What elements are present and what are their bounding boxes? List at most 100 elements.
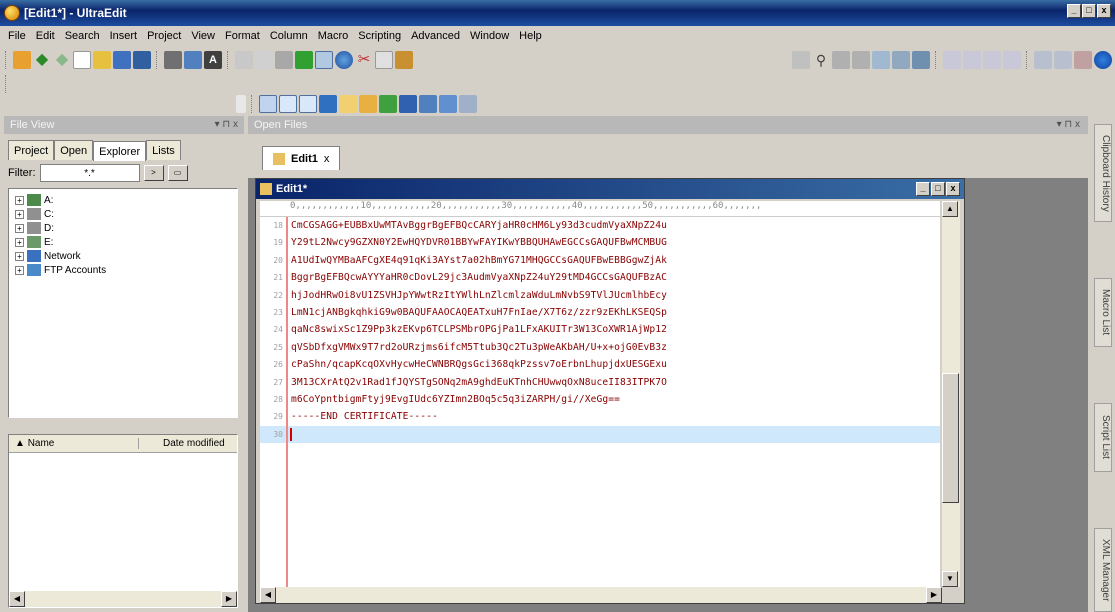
code-line[interactable]: LmN1cjANBgkqhkiG9w0BAQUFAAOCAQEATxuH7FnI… bbox=[288, 304, 940, 321]
tree-item-network[interactable]: + Network bbox=[15, 249, 237, 263]
code-line[interactable]: -----END CERTIFICATE----- bbox=[288, 408, 940, 425]
binoculars-icon[interactable]: ⚲ bbox=[812, 51, 830, 69]
side-tab-xml-manager[interactable]: XML Manager bbox=[1094, 527, 1112, 612]
tab-lists[interactable]: Lists bbox=[146, 140, 181, 160]
web-browser-icon[interactable] bbox=[335, 51, 353, 69]
bookmark-icon[interactable] bbox=[912, 51, 930, 69]
minimize-button[interactable]: _ bbox=[1067, 4, 1081, 18]
file-list-hscrollbar[interactable]: ◀ ▶ bbox=[9, 591, 237, 607]
column-name[interactable]: ▲ Name bbox=[9, 438, 139, 449]
menu-help[interactable]: Help bbox=[519, 30, 542, 42]
menu-view[interactable]: View bbox=[191, 30, 215, 42]
scroll-right-button[interactable]: ▶ bbox=[926, 587, 942, 603]
replace-in-files-icon[interactable] bbox=[892, 51, 910, 69]
toolbar-grip[interactable] bbox=[5, 75, 8, 93]
new-file-icon[interactable] bbox=[73, 51, 91, 69]
forward-arrow-icon[interactable]: ◆ bbox=[53, 51, 71, 69]
file-view-toggle-icon[interactable] bbox=[315, 51, 333, 69]
save-all-icon[interactable] bbox=[133, 51, 151, 69]
column-mode-icon[interactable] bbox=[255, 51, 273, 69]
find-next-icon[interactable] bbox=[832, 51, 850, 69]
tree-item-ftp[interactable]: + FTP Accounts bbox=[15, 263, 237, 277]
paste-icon[interactable] bbox=[395, 51, 413, 69]
code-line[interactable]: CmCGSAGG+EUBBxUwMTAvBggrBgEFBQcCARYjaHR0… bbox=[288, 217, 940, 234]
replace-icon[interactable] bbox=[852, 51, 870, 69]
tab-open[interactable]: Open bbox=[54, 140, 94, 160]
font-icon[interactable]: A bbox=[204, 51, 222, 69]
new-project-icon[interactable] bbox=[13, 51, 31, 69]
side-tab-clipboard-history[interactable]: Clipboard History bbox=[1094, 124, 1112, 223]
toolbar-grip[interactable] bbox=[5, 51, 8, 69]
arrange-icon[interactable] bbox=[1003, 51, 1021, 69]
tool-list-icon[interactable] bbox=[439, 95, 457, 113]
scroll-down-button[interactable]: ▼ bbox=[942, 571, 958, 587]
menu-file[interactable]: File bbox=[8, 30, 26, 42]
code-line[interactable]: m6CoYpntbigmFtyj9EvgIUdc6YZImn2BOq5c5q3i… bbox=[288, 391, 940, 408]
cut-icon[interactable]: ✂ bbox=[355, 51, 373, 69]
tree-item-e[interactable]: + E: bbox=[15, 235, 237, 249]
maximize-button[interactable]: □ bbox=[1082, 4, 1096, 18]
print-icon[interactable] bbox=[164, 51, 182, 69]
tab-explorer[interactable]: Explorer bbox=[93, 141, 147, 161]
code-line[interactable]: hjJodHRwOi8vU1ZSVHJpYWwtRzItYWlhLnZlcmlz… bbox=[288, 287, 940, 304]
window-list-icon[interactable] bbox=[1034, 51, 1052, 69]
current-code-line[interactable] bbox=[288, 425, 940, 444]
editor-minimize-button[interactable]: _ bbox=[916, 182, 930, 196]
filter-options-button[interactable]: ▭ bbox=[167, 165, 188, 181]
menu-insert[interactable]: Insert bbox=[110, 30, 138, 42]
expand-icon[interactable]: + bbox=[15, 209, 24, 219]
menu-window[interactable]: Window bbox=[470, 30, 509, 42]
filter-apply-button[interactable]: > bbox=[143, 165, 164, 181]
tool-folder-icon[interactable] bbox=[359, 95, 377, 113]
menu-project[interactable]: Project bbox=[147, 30, 181, 42]
tile-horizontal-icon[interactable] bbox=[943, 51, 961, 69]
tile-vertical-icon[interactable] bbox=[963, 51, 981, 69]
side-tab-script-list[interactable]: Script List bbox=[1094, 402, 1112, 472]
menu-column[interactable]: Column bbox=[270, 30, 308, 42]
editor-vscrollbar[interactable]: ▲ ▼ bbox=[942, 201, 960, 587]
expand-icon[interactable]: + bbox=[15, 251, 24, 261]
tool-web-icon[interactable] bbox=[279, 95, 297, 113]
tool-blue-icon[interactable] bbox=[399, 95, 417, 113]
menu-format[interactable]: Format bbox=[225, 30, 260, 42]
copy-icon[interactable] bbox=[375, 51, 393, 69]
help-icon[interactable] bbox=[1094, 51, 1112, 69]
menu-scripting[interactable]: Scripting bbox=[358, 30, 401, 42]
editor-hscrollbar[interactable]: ◀ ▶ bbox=[260, 587, 942, 603]
code-line[interactable]: A1UdIwQYMBaAFCgXE4q91qKi3AYst7a02hBmYG71… bbox=[288, 252, 940, 269]
tree-item-d[interactable]: + D: bbox=[15, 221, 237, 235]
expand-icon[interactable]: + bbox=[15, 195, 24, 205]
hex-edit-icon[interactable] bbox=[275, 51, 293, 69]
column-date-modified[interactable]: Date modified bbox=[139, 438, 225, 449]
expand-icon[interactable]: + bbox=[15, 223, 24, 233]
tool-html-icon[interactable] bbox=[259, 95, 277, 113]
file-tab-edit1[interactable]: Edit1 x bbox=[262, 146, 341, 170]
tab-project[interactable]: Project bbox=[8, 140, 55, 160]
scroll-left-button[interactable]: ◀ bbox=[9, 591, 25, 607]
close-tab-icon[interactable]: x bbox=[324, 153, 330, 165]
list-lines-icon[interactable] bbox=[295, 51, 313, 69]
scroll-left-button[interactable]: ◀ bbox=[260, 587, 276, 603]
scroll-right-button[interactable]: ▶ bbox=[221, 591, 237, 607]
vscroll-thumb[interactable] bbox=[942, 373, 959, 503]
code-line[interactable]: BggrBgEFBQcwAYYYaHR0cDovL29jc3AudmVyaXNp… bbox=[288, 269, 940, 286]
code-line[interactable]: cPaShn/qcapKcqOXvHycwHeCWNBRQgsGci368qkP… bbox=[288, 356, 940, 373]
code-line[interactable]: Y29tL2Nwcy9GZXN0Y2EwHQYDVR01BBYwFAYIKwYB… bbox=[288, 234, 940, 251]
code-line[interactable]: qVSbDfxgVMWx9T7rd2oURzjms6ifcM5Ttub3Qc2T… bbox=[288, 339, 940, 356]
tool-grid-icon[interactable] bbox=[419, 95, 437, 113]
code-line[interactable]: qaNc8swixSc1Z9Pp3kzEKvp6TCLPSMbrOPGjPa1L… bbox=[288, 321, 940, 338]
back-arrow-icon[interactable]: ◆ bbox=[33, 51, 51, 69]
dropdown-icon[interactable] bbox=[236, 95, 246, 113]
cascade-icon[interactable] bbox=[983, 51, 1001, 69]
tree-item-a[interactable]: + A: bbox=[15, 193, 237, 207]
code-line[interactable]: 3M13CXrAtQ2v1Rad1fJQYSTgSONq2mA9ghdEuKTn… bbox=[288, 374, 940, 391]
editor-maximize-button[interactable]: □ bbox=[931, 182, 945, 196]
close-button[interactable]: x bbox=[1097, 4, 1111, 18]
menu-search[interactable]: Search bbox=[65, 30, 100, 42]
expand-icon[interactable]: + bbox=[15, 265, 24, 275]
scroll-up-button[interactable]: ▲ bbox=[942, 201, 958, 217]
tool-green-icon[interactable] bbox=[379, 95, 397, 113]
open-folder-icon[interactable] bbox=[93, 51, 111, 69]
tree-item-c[interactable]: + C: bbox=[15, 207, 237, 221]
filter-input[interactable] bbox=[39, 164, 140, 182]
